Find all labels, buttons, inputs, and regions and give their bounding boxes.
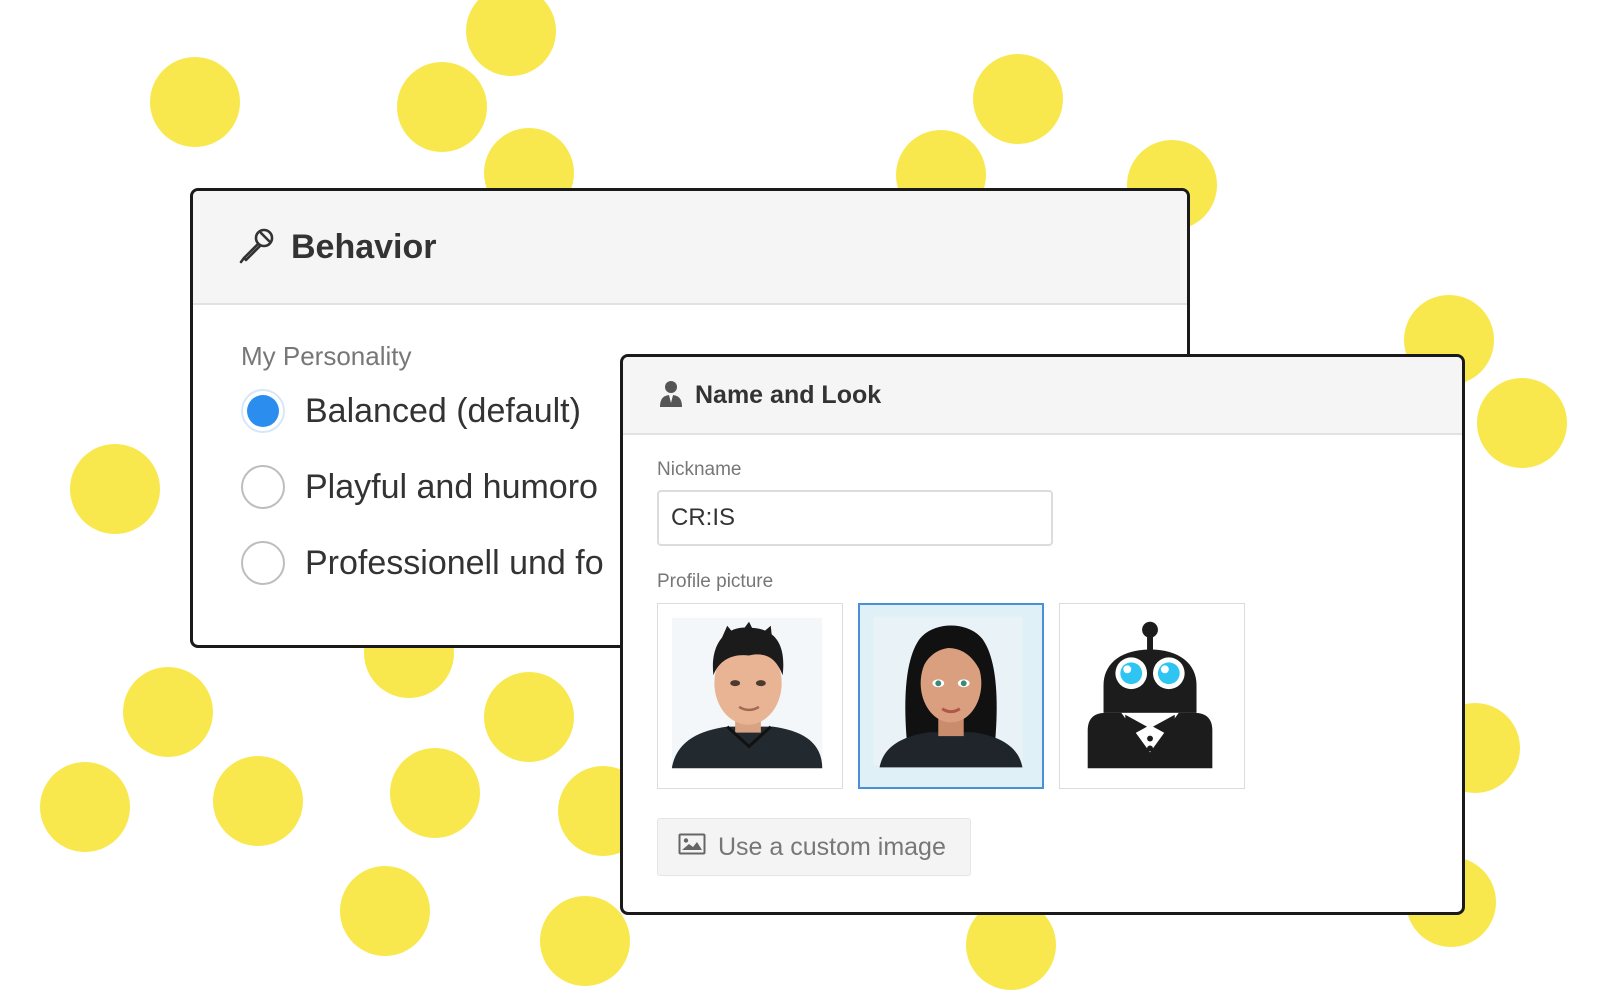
personality-option-label: Playful and humoro — [305, 467, 598, 506]
radio-button[interactable] — [241, 465, 285, 509]
profile-picture-robot[interactable] — [1059, 603, 1245, 789]
profile-picture-male[interactable] — [657, 603, 843, 789]
decor-dot — [973, 54, 1063, 144]
radio-button[interactable] — [241, 541, 285, 585]
decor-dot — [484, 672, 574, 762]
robot-avatar-image — [1087, 621, 1213, 769]
personality-option-professional[interactable]: Professionell und fo — [241, 541, 604, 585]
nickname-input[interactable] — [657, 490, 1053, 546]
decor-dot — [390, 748, 480, 838]
decor-dot — [397, 62, 487, 152]
decor-dot — [540, 896, 630, 986]
behavior-title: Behavior — [291, 227, 437, 266]
decor-dot — [123, 667, 213, 757]
decor-dot — [340, 866, 430, 956]
radio-button-checked[interactable] — [241, 389, 285, 433]
decor-dot — [40, 762, 130, 852]
personality-label: My Personality — [241, 341, 412, 371]
use-custom-image-label: Use a custom image — [718, 832, 946, 861]
female-avatar-image — [873, 616, 1023, 768]
decor-dot — [213, 756, 303, 846]
personality-option-label: Professionell und fo — [305, 543, 604, 582]
personality-option-label: Balanced (default) — [305, 391, 581, 430]
decor-dot — [70, 444, 160, 534]
name-and-look-header: Name and Look — [623, 357, 1462, 435]
male-avatar-image — [671, 617, 823, 769]
profile-picture-label: Profile picture — [657, 571, 774, 592]
use-custom-image-button[interactable]: Use a custom image — [657, 818, 971, 876]
name-and-look-panel: Name and Look Nickname Profile picture — [620, 354, 1465, 915]
nickname-label: Nickname — [657, 459, 742, 480]
decor-dot — [1477, 378, 1567, 468]
behavior-header: Behavior — [193, 191, 1187, 305]
decor-dot — [150, 57, 240, 147]
microphone-icon — [237, 225, 291, 270]
name-and-look-title: Name and Look — [695, 380, 882, 409]
decor-dot — [466, 0, 556, 76]
personality-option-balanced[interactable]: Balanced (default) — [241, 389, 581, 433]
image-icon — [678, 833, 718, 862]
person-icon — [659, 379, 695, 412]
personality-option-playful[interactable]: Playful and humoro — [241, 465, 598, 509]
profile-picture-female[interactable] — [858, 603, 1044, 789]
